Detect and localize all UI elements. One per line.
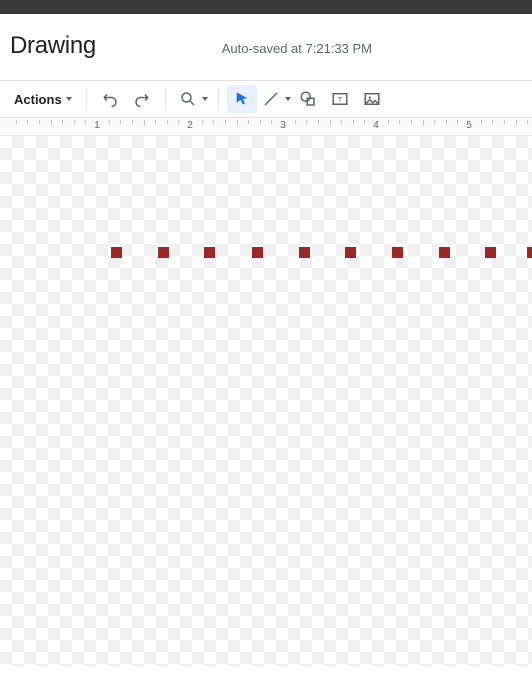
redo-icon — [133, 90, 151, 108]
redo-button[interactable] — [127, 85, 157, 113]
shape-icon — [299, 90, 317, 108]
zoom-button[interactable] — [176, 85, 200, 113]
autosave-status: Auto-saved at 7:21:33 PM — [222, 41, 372, 56]
ruler-label: 5 — [466, 120, 472, 131]
toolbar: Actions T — [0, 80, 532, 118]
canvas-shape[interactable] — [299, 247, 310, 258]
magnifier-icon — [179, 90, 197, 108]
drawing-canvas[interactable] — [0, 136, 532, 666]
separator — [165, 88, 166, 110]
canvas-shape[interactable] — [527, 247, 532, 258]
line-tool-button[interactable] — [259, 85, 291, 113]
canvas-shape[interactable] — [158, 247, 169, 258]
caret-down-icon — [66, 97, 72, 101]
page-title: Drawing — [10, 32, 96, 60]
canvas-shape[interactable] — [345, 247, 356, 258]
line-icon — [262, 90, 280, 108]
textbox-icon: T — [331, 90, 349, 108]
svg-text:T: T — [337, 95, 342, 104]
zoom-control[interactable] — [174, 85, 210, 113]
separator — [218, 88, 219, 110]
cursor-icon — [233, 90, 251, 108]
image-tool-button[interactable] — [357, 85, 387, 113]
ruler-label: 4 — [373, 120, 379, 131]
ruler-label: 1 — [94, 120, 100, 131]
canvas-shape[interactable] — [111, 247, 122, 258]
shape-tool-button[interactable] — [293, 85, 323, 113]
ruler-label: 3 — [280, 120, 286, 131]
ruler-label: 2 — [187, 120, 193, 131]
undo-button[interactable] — [95, 85, 125, 113]
image-icon — [363, 90, 381, 108]
actions-menu-button[interactable]: Actions — [8, 88, 78, 111]
caret-down-icon — [202, 97, 208, 101]
canvas-shape[interactable] — [204, 247, 215, 258]
canvas-shape[interactable] — [392, 247, 403, 258]
actions-label: Actions — [14, 92, 62, 107]
canvas-shape[interactable] — [439, 247, 450, 258]
separator — [86, 88, 87, 110]
window-chrome-strip — [0, 0, 532, 14]
caret-down-icon — [285, 97, 291, 101]
line-icon-wrap — [259, 85, 283, 113]
horizontal-ruler: 1 2 3 4 5 — [0, 118, 532, 136]
undo-icon — [101, 90, 119, 108]
textbox-tool-button[interactable]: T — [325, 85, 355, 113]
select-tool-button[interactable] — [227, 85, 257, 113]
canvas-shape[interactable] — [252, 247, 263, 258]
header: Drawing Auto-saved at 7:21:33 PM — [0, 14, 532, 80]
canvas-shape[interactable] — [485, 247, 496, 258]
